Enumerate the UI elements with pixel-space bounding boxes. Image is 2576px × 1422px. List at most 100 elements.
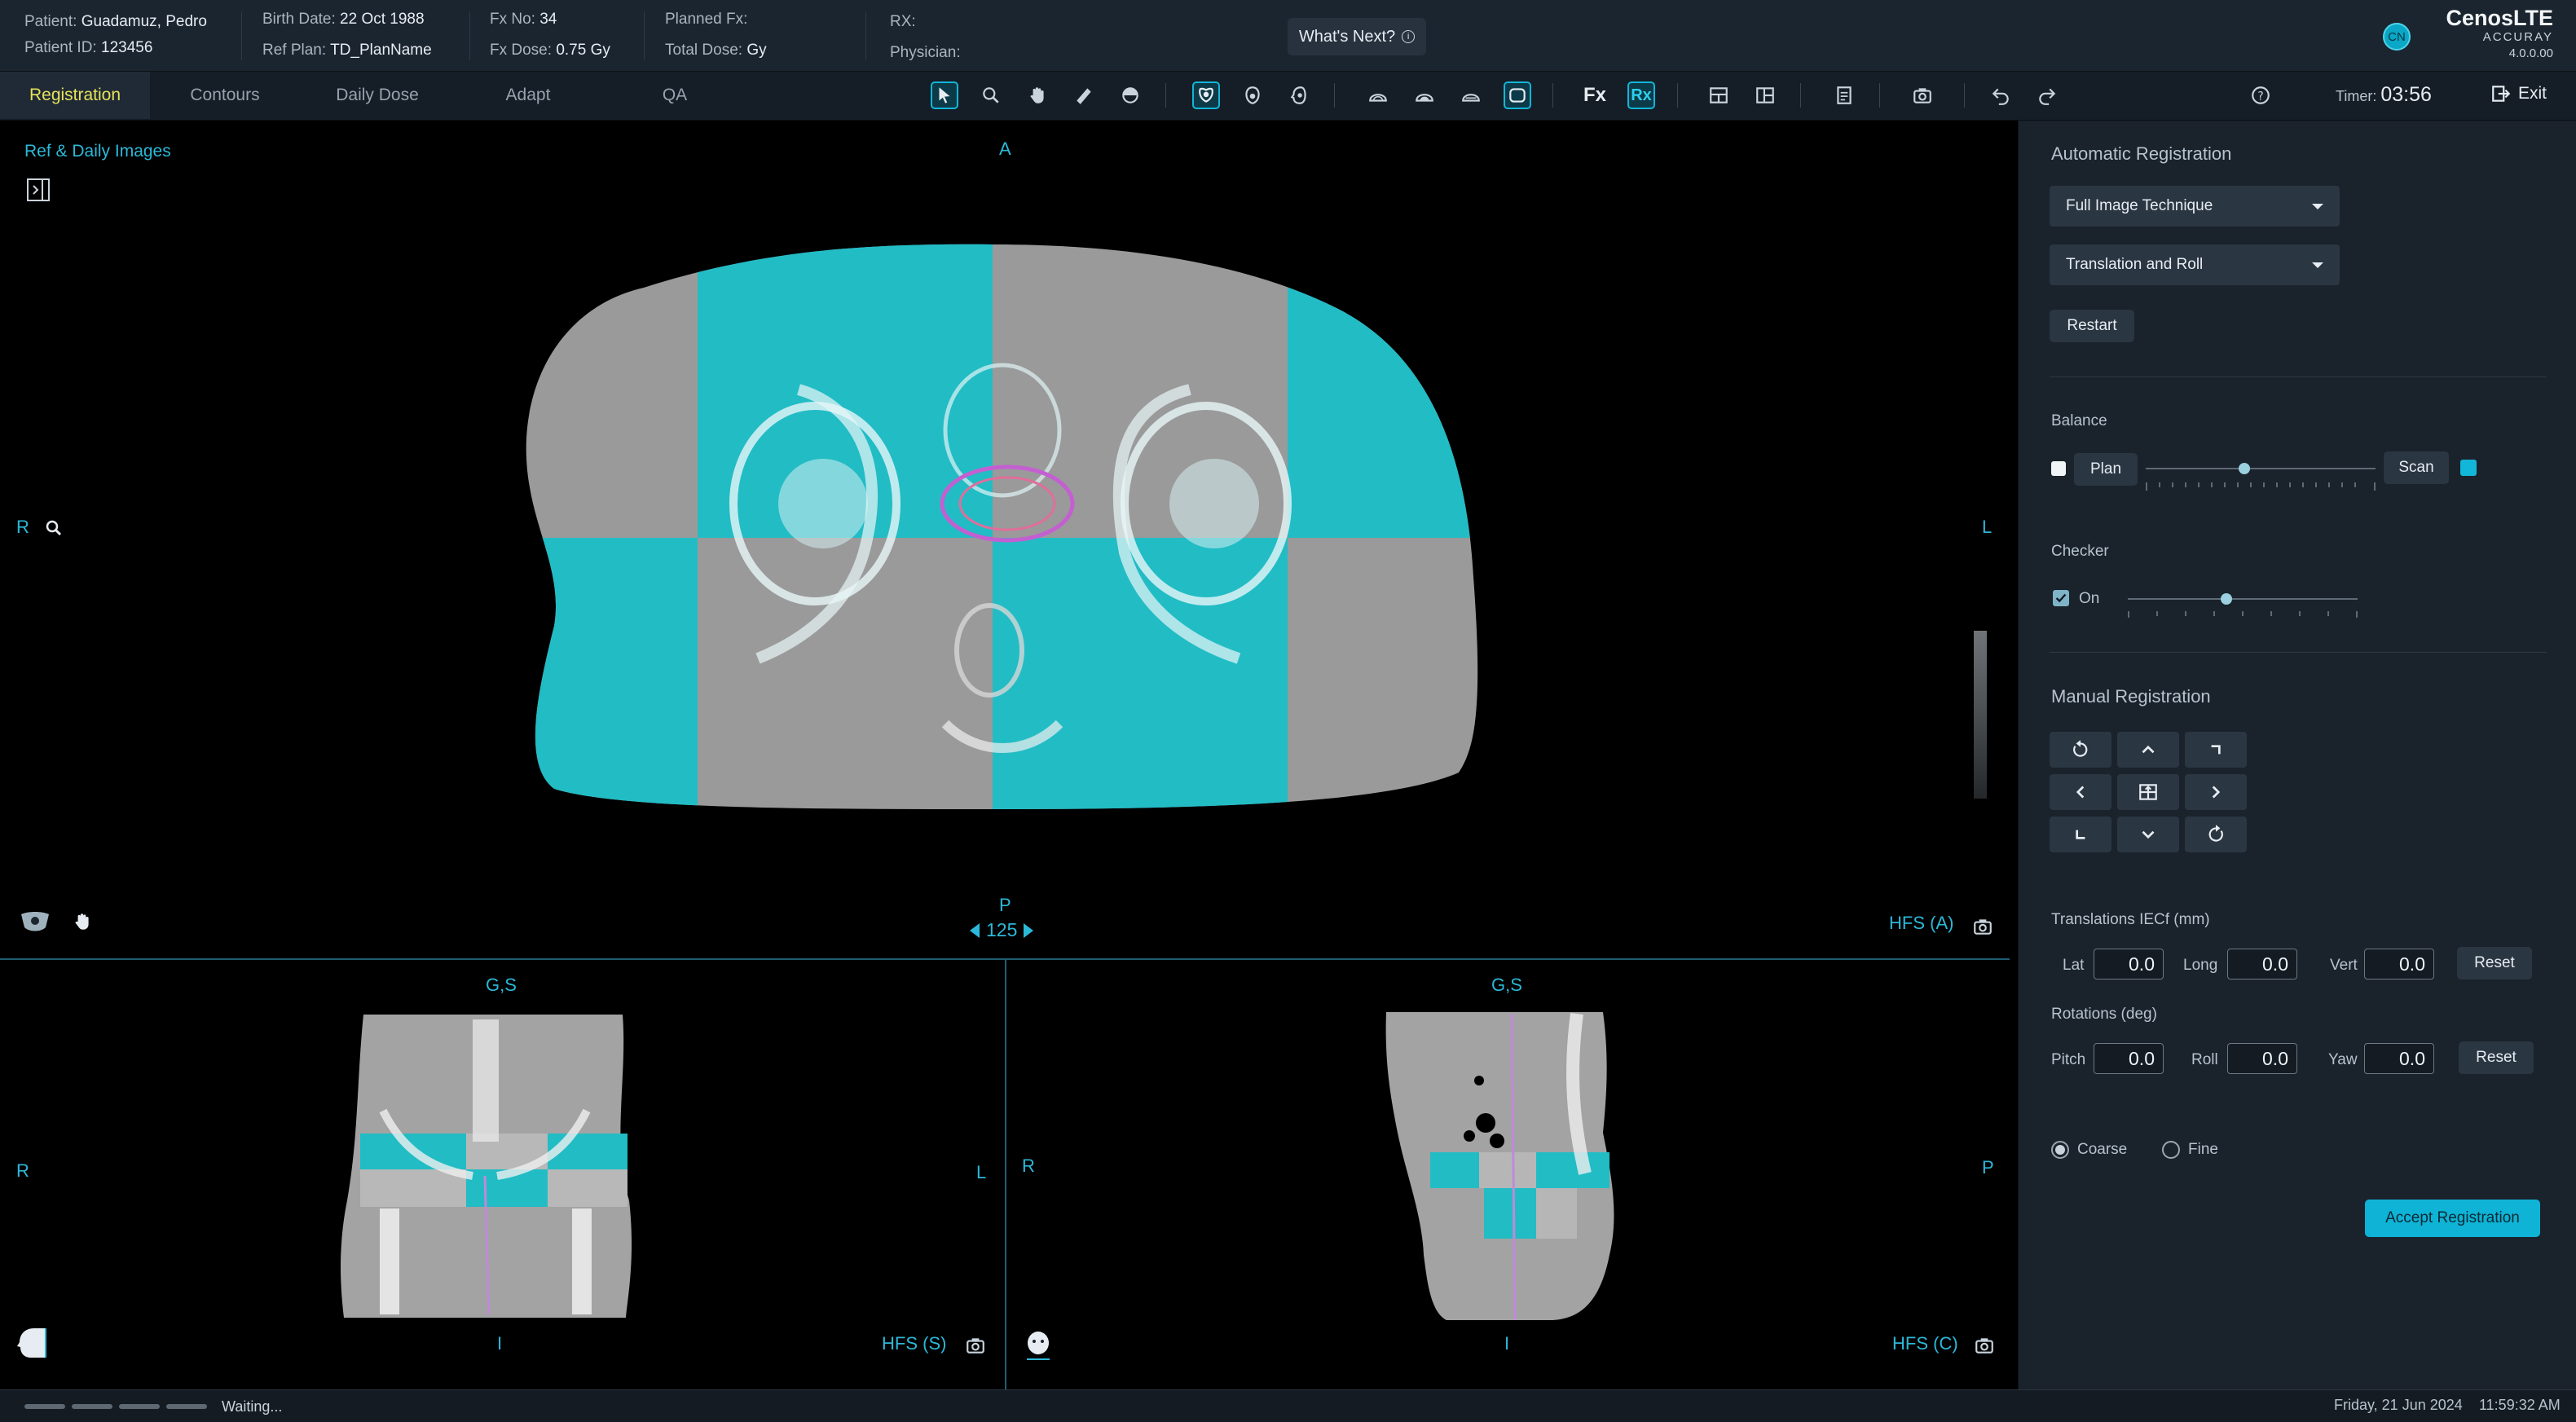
checkmark-icon	[2055, 593, 2067, 603]
move-left-button[interactable]	[2050, 774, 2111, 810]
scan-button[interactable]: Scan	[2384, 451, 2449, 484]
chevron-down-icon	[2142, 830, 2155, 839]
timer: Timer: 03:56	[2336, 83, 2432, 107]
timer-value: 03:56	[2380, 83, 2432, 106]
checker-ticks	[2128, 611, 2358, 618]
chevron-right-icon	[2212, 786, 2221, 799]
rotate-ccw-button[interactable]	[2050, 732, 2111, 768]
sagittal-orientation-top: G,S	[1491, 975, 1522, 995]
move-right-button[interactable]	[2185, 774, 2247, 810]
profile-view-icon[interactable]	[1285, 81, 1313, 109]
move-up-button[interactable]	[2117, 732, 2179, 768]
layer-overlay-3-icon[interactable]	[1457, 81, 1485, 109]
layer-overlay-2-icon[interactable]	[1411, 81, 1438, 109]
long-input[interactable]: 0.0	[2227, 949, 2297, 980]
fx-button[interactable]: Fx	[1581, 81, 1609, 109]
fine-radio[interactable]	[2162, 1141, 2180, 1159]
roll-label: Roll	[2191, 1051, 2218, 1068]
head-view-icon[interactable]	[1239, 81, 1266, 109]
pitch-input[interactable]: 0.0	[2094, 1043, 2164, 1074]
move-down-button[interactable]	[2117, 817, 2179, 852]
tab-qa[interactable]: QA	[601, 72, 748, 119]
tab-contours[interactable]: Contours	[150, 72, 300, 119]
reset-translations-button[interactable]: Reset	[2457, 947, 2532, 980]
pan-tool-icon[interactable]	[1024, 81, 1051, 109]
image-viewer[interactable]: Ref & Daily Images A R L P 125 HFS (A) G…	[0, 121, 2018, 1389]
technique-dropdown[interactable]: Full Image Technique	[2050, 186, 2340, 227]
report-icon[interactable]	[1830, 81, 1858, 109]
pointer-tool-icon[interactable]	[931, 81, 958, 109]
axial-screenshot-icon[interactable]	[1972, 916, 1993, 937]
zoom-tool-icon[interactable]	[977, 81, 1005, 109]
coarse-label: Coarse	[2077, 1141, 2128, 1158]
corner-top-right-button[interactable]	[2185, 732, 2247, 768]
window-level-icon[interactable]	[1116, 81, 1144, 109]
slice-navigator[interactable]: 125	[970, 919, 1034, 941]
coronal-screenshot-icon[interactable]	[965, 1335, 986, 1356]
hand-icon[interactable]	[72, 911, 93, 932]
measure-tool-icon[interactable]	[1070, 81, 1098, 109]
layout-1x2-icon[interactable]	[1751, 81, 1779, 109]
rotate-cw-button[interactable]	[2185, 817, 2247, 852]
lat-label: Lat	[2063, 957, 2085, 974]
checker-checkbox[interactable]	[2053, 590, 2069, 606]
restart-button[interactable]: Restart	[2050, 310, 2134, 342]
total-dose: Total Dose: Gy	[665, 42, 767, 59]
balance-ticks	[2146, 482, 2376, 491]
balance-slider-knob[interactable]	[2239, 463, 2251, 474]
tab-daily-dose[interactable]: Daily Dose	[300, 72, 455, 119]
contour-outline-icon[interactable]	[1504, 81, 1531, 109]
status-time: 11:59:32 AM	[2479, 1397, 2561, 1413]
camera-icon[interactable]	[1909, 81, 1936, 109]
info-icon: i	[1402, 30, 1416, 43]
layout-2x1-icon[interactable]	[1705, 81, 1733, 109]
status-date: Friday, 21 Jun 2024	[2334, 1397, 2463, 1413]
tab-adapt[interactable]: Adapt	[455, 72, 601, 119]
reset-rotations-button[interactable]: Reset	[2459, 1041, 2534, 1074]
help-icon[interactable]: ?	[2247, 81, 2274, 109]
dof-dropdown[interactable]: Translation and Roll	[2050, 244, 2340, 285]
checker-track	[2128, 598, 2358, 600]
roll-input[interactable]: 0.0	[2227, 1043, 2297, 1074]
layer-overlay-1-icon[interactable]	[1364, 81, 1392, 109]
yaw-input[interactable]: 0.0	[2364, 1043, 2434, 1074]
lat-input[interactable]: 0.0	[2094, 949, 2164, 980]
corner-bottom-left-button[interactable]	[2050, 817, 2111, 852]
rotations-title: Rotations (deg)	[2051, 1006, 2157, 1023]
chevron-down-icon	[2312, 262, 2323, 268]
pelvis-view-icon[interactable]	[1192, 81, 1220, 109]
exit-button[interactable]: Exit	[2490, 83, 2547, 104]
coronal-orientation-right: L	[976, 1162, 987, 1182]
center-button[interactable]	[2117, 774, 2179, 810]
vert-input[interactable]: 0.0	[2364, 949, 2434, 980]
vert-label: Vert	[2330, 957, 2358, 974]
sagittal-image	[1385, 1012, 1614, 1321]
avatar[interactable]: CN	[2383, 23, 2411, 51]
birth-date: Birth Date: 22 Oct 1988	[262, 11, 425, 28]
status-bar: Waiting... Friday, 21 Jun 2024 11:59:32 …	[0, 1389, 2576, 1422]
corner-top-right-icon	[2211, 745, 2221, 755]
patient-name: Patient: Guadamuz, Pedro	[24, 13, 207, 30]
face-model-icon[interactable]	[1024, 1330, 1053, 1361]
rotate-ccw-icon	[2073, 740, 2088, 757]
checker-on-label: On	[2079, 590, 2100, 607]
coronal-image	[341, 1015, 632, 1318]
sagittal-screenshot-icon[interactable]	[1974, 1335, 1995, 1356]
redo-icon[interactable]	[2033, 81, 2061, 109]
undo-icon[interactable]	[1987, 81, 2015, 109]
pelvis-model-icon[interactable]	[18, 909, 52, 934]
plan-button[interactable]: Plan	[2074, 453, 2138, 486]
toolbar: Registration Contours Daily Dose Adapt Q…	[0, 72, 2576, 121]
tab-registration[interactable]: Registration	[0, 72, 150, 119]
whats-next-button[interactable]: What's Next? i	[1288, 18, 1426, 55]
accept-registration-button[interactable]: Accept Registration	[2365, 1200, 2540, 1237]
sagittal-orientation-label: HFS (C)	[1892, 1333, 1958, 1354]
pitch-label: Pitch	[2051, 1051, 2086, 1068]
coarse-radio[interactable]	[2051, 1141, 2069, 1159]
next-slice-icon[interactable]	[1024, 922, 1034, 938]
previous-slice-icon[interactable]	[970, 922, 980, 938]
head-model-icon[interactable]	[16, 1327, 47, 1359]
checker-slider-knob[interactable]	[2221, 593, 2233, 605]
rx-button[interactable]: Rx	[1627, 81, 1655, 109]
progress-segment	[166, 1404, 207, 1409]
